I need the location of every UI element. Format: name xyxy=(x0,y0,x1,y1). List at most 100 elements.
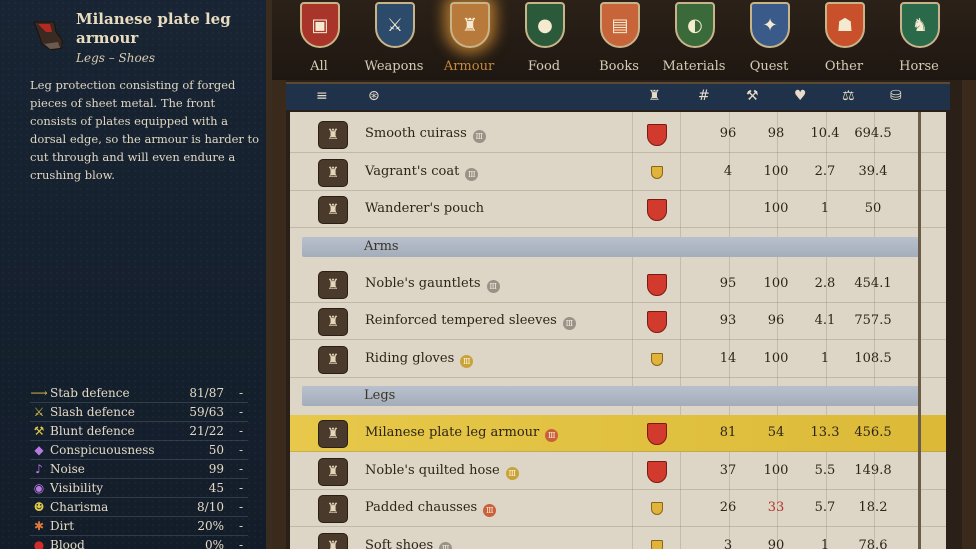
visibility-icon: ◉ xyxy=(33,481,45,495)
cell-c1: 95 xyxy=(719,275,737,291)
cell-c2: 100 xyxy=(763,462,789,478)
stat-label: Noise xyxy=(50,462,85,476)
item-icon: ♜ xyxy=(318,270,348,299)
quality-badge-icon: Ⅲ xyxy=(505,466,519,480)
stat-value: 81/87 xyxy=(189,386,224,400)
armour-shield-icon xyxy=(651,539,663,549)
inventory-row[interactable]: ♜ Wanderer's pouch 100 1 50 xyxy=(290,191,946,228)
cell-c2: 54 xyxy=(767,425,785,440)
weapons-icon: ⚔ xyxy=(375,2,415,48)
item-name: Noble's gauntlets Ⅲ xyxy=(365,276,500,293)
stat-row: ⚒ Blunt defence 21/22- xyxy=(30,422,248,441)
slash-icon: ⚔ xyxy=(33,405,45,419)
list-scrollbar[interactable] xyxy=(918,112,921,549)
cell-c1: 93 xyxy=(719,313,737,328)
inventory-row[interactable]: ♜ Padded chausses Ⅲ 26 33 5.7 18.2 xyxy=(290,490,946,527)
item-name: Vagrant's coat Ⅲ xyxy=(365,164,479,181)
inventory-row[interactable]: ♜ Vagrant's coat Ⅲ 4 100 2.7 39.4 xyxy=(290,154,946,191)
health-column-icon[interactable]: ♥ xyxy=(794,88,807,104)
inventory-row[interactable]: ♜ Smooth cuirass Ⅲ 96 98 10.4 694.5 xyxy=(290,116,946,153)
price-column-icon[interactable]: ⛁ xyxy=(890,88,902,104)
armour-column-icon[interactable]: ♜ xyxy=(648,88,661,104)
item-name: Reinforced tempered sleeves Ⅲ xyxy=(365,313,576,330)
leg-armour-icon xyxy=(28,18,68,56)
stat-label: Blunt defence xyxy=(50,424,135,438)
tab-quest[interactable]: ✦ Quest xyxy=(732,0,806,80)
item-name: Noble's quilted hose Ⅲ xyxy=(365,463,519,480)
sort-icon[interactable]: ≡ xyxy=(316,88,328,104)
tab-all[interactable]: ▣ All xyxy=(282,0,356,80)
stat-value: 8/10 xyxy=(197,500,224,514)
stat-row: ◉ Visibility 45- xyxy=(30,479,248,498)
all-icon: ▣ xyxy=(300,2,340,48)
item-detail-panel: Milanese plate leg armour Legs – Shoes L… xyxy=(0,0,272,549)
cell-c1: 4 xyxy=(723,163,733,179)
item-icon: ♜ xyxy=(318,532,348,549)
armour-shield-icon xyxy=(651,352,663,366)
inventory-row[interactable]: ♜ Riding gloves Ⅲ 14 100 1 108.5 xyxy=(290,341,946,378)
stat-row: ⚔ Slash defence 59/63- xyxy=(30,403,248,422)
item-icon: ♜ xyxy=(318,495,348,523)
tab-armour[interactable]: ♜ Armour xyxy=(432,0,506,80)
cell-c4: 78.6 xyxy=(858,537,888,549)
charisma-icon: ☻ xyxy=(33,500,45,514)
materials-icon: ◐ xyxy=(675,2,715,48)
inventory-row[interactable]: ♜ Reinforced tempered sleeves Ⅲ 93 96 4.1 757.… xyxy=(290,303,946,340)
item-name: Milanese plate leg armour Ⅲ xyxy=(365,425,559,442)
tab-other[interactable]: ☗ Other xyxy=(807,0,881,80)
weight-column-icon[interactable]: ⚖ xyxy=(842,88,855,104)
inventory-row[interactable]: ♜ Noble's gauntlets Ⅲ 95 100 2.8 454.1 xyxy=(290,266,946,303)
cell-c1: 81 xyxy=(719,425,737,440)
tab-label: Other xyxy=(824,59,864,74)
section-header-arms: Arms xyxy=(302,236,920,257)
tab-food[interactable]: ● Food xyxy=(507,0,581,80)
quality-badge-icon: Ⅲ xyxy=(562,317,576,330)
inventory-row[interactable]: ♜ Milanese plate leg armour Ⅲ 81 54 13.3 456.5 xyxy=(290,415,946,452)
section-header-legs: Legs xyxy=(302,386,920,406)
tab-materials[interactable]: ◐ Materials xyxy=(657,0,731,80)
cell-c1: 14 xyxy=(719,350,737,366)
inventory-row[interactable]: ♜ Soft shoes Ⅲ 3 90 1 78.6 xyxy=(290,528,946,549)
cell-c4: 149.8 xyxy=(854,462,892,478)
item-icon: ♜ xyxy=(318,457,348,486)
tab-weapons[interactable]: ⚔ Weapons xyxy=(357,0,431,80)
cell-c3: 4.1 xyxy=(814,313,836,328)
armour-shield-icon xyxy=(647,423,667,445)
tab-horse[interactable]: ♞ Horse xyxy=(882,0,956,80)
cell-c3: 5.5 xyxy=(814,462,836,478)
stat-row: ⟶ Stab defence 81/87- xyxy=(30,384,248,403)
stat-value: 99 xyxy=(208,462,224,476)
item-name: Smooth cuirass Ⅲ xyxy=(365,126,486,143)
count-column-icon[interactable]: # xyxy=(698,88,710,104)
item-name: Wanderer's pouch xyxy=(365,201,485,216)
cell-c2: 100 xyxy=(763,163,789,179)
inventory-area: ▣ All ⚔ Weapons ♜ Armour ● Food ▤ Books ◐ Materials… xyxy=(272,0,976,549)
armour-shield-icon xyxy=(651,502,663,515)
cell-c4: 454.1 xyxy=(854,275,892,291)
cell-c2: 100 xyxy=(763,201,789,216)
cell-c2: 98 xyxy=(767,126,785,141)
armour-shield-icon xyxy=(647,124,667,146)
item-name: Riding gloves Ⅲ xyxy=(365,351,474,368)
cell-c4: 50 xyxy=(864,201,882,216)
condition-column-icon[interactable]: ⚒ xyxy=(746,88,759,104)
cell-c2: 100 xyxy=(763,350,789,366)
blood-icon: ● xyxy=(33,538,45,549)
tab-label: All xyxy=(310,59,328,74)
stab-icon: ⟶ xyxy=(30,386,48,400)
stat-label: Stab defence xyxy=(50,386,130,400)
quality-badge-icon: Ⅲ xyxy=(486,279,500,293)
tab-books[interactable]: ▤ Books xyxy=(582,0,656,80)
horse-icon: ♞ xyxy=(900,2,940,48)
cell-c2: 100 xyxy=(763,275,789,291)
cell-c4: 39.4 xyxy=(858,163,888,179)
stat-label: Conspicuousness xyxy=(50,443,155,457)
category-tabs: ▣ All ⚔ Weapons ♜ Armour ● Food ▤ Books ◐ Materials… xyxy=(272,0,976,80)
cell-c1: 37 xyxy=(719,462,737,478)
inventory-row[interactable]: ♜ Noble's quilted hose Ⅲ 37 100 5.5 149.8 xyxy=(290,453,946,490)
blunt-icon: ⚒ xyxy=(33,424,45,438)
stats-list: ⟶ Stab defence 81/87- ⚔ Slash defence 59/63- ⚒… xyxy=(30,384,248,549)
quest-icon: ✦ xyxy=(750,2,790,48)
filter-icon[interactable]: ⊛ xyxy=(368,88,380,104)
armour-shield-icon xyxy=(647,199,667,221)
